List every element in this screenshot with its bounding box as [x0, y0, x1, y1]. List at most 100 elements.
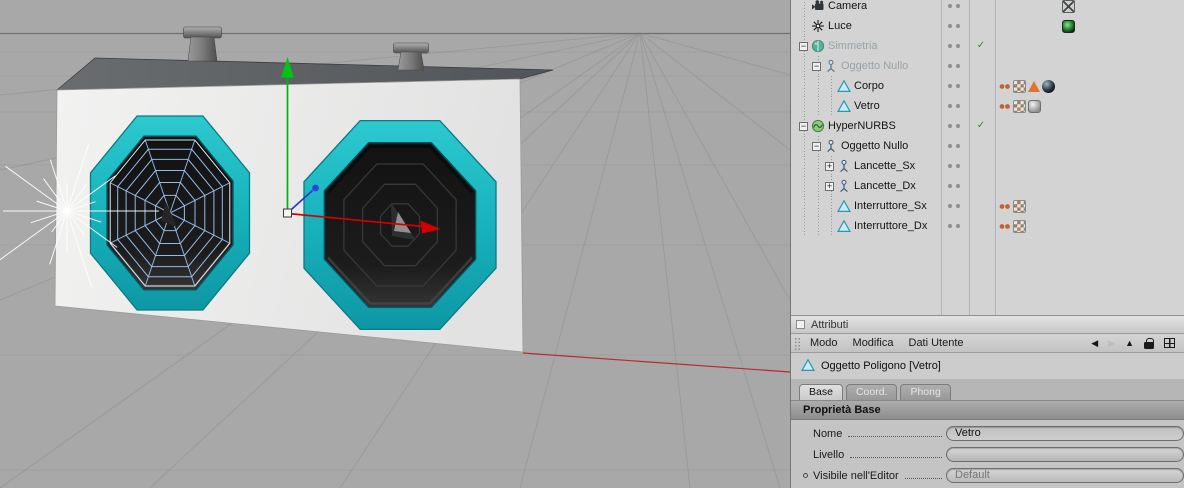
- collapse-toggle[interactable]: −: [812, 61, 821, 71]
- visibility-dots[interactable]: [940, 44, 968, 48]
- visibility-dots[interactable]: [940, 184, 968, 188]
- z-axis-tip[interactable]: [312, 184, 319, 192]
- clock-button-left[interactable]: [183, 26, 222, 39]
- visibile-nell-editor-field[interactable]: Default: [946, 468, 1184, 483]
- tab-phong[interactable]: Phong: [900, 384, 951, 400]
- clock-face-left[interactable]: [89, 115, 251, 311]
- tag-area: [994, 99, 1184, 113]
- tag-checker-icon[interactable]: [1013, 199, 1026, 213]
- hypernurbs-icon[interactable]: [811, 119, 825, 133]
- menu-modo[interactable]: Modo: [810, 337, 838, 349]
- visibility-dots[interactable]: [940, 24, 968, 28]
- visibility-dots[interactable]: [940, 124, 968, 128]
- menu-items: Modo Modifica Dati Utente: [810, 337, 979, 349]
- section-header[interactable]: Proprietà Base: [791, 401, 1184, 420]
- object-row-simmetria[interactable]: − Simmetria ✓: [791, 36, 1184, 56]
- app-window: Camera Luce − Simmetria ✓ − Oggetto Nullo Corpo…: [0, 0, 1184, 488]
- attribute-manager-panel: Attributi Modo Modifica Dati Utente ◀ ▶ ▲ …: [791, 315, 1184, 488]
- visibility-dots[interactable]: [940, 204, 968, 208]
- null-icon[interactable]: [837, 179, 851, 193]
- polygon-icon[interactable]: [837, 199, 851, 213]
- dotted-leader: [850, 457, 942, 458]
- field-row-livello: Livello: [791, 444, 1184, 465]
- history-back-icon[interactable]: ◀: [1091, 338, 1098, 348]
- object-row-camera[interactable]: Camera: [791, 0, 1184, 16]
- tab-base[interactable]: Base: [799, 384, 843, 400]
- history-forward-icon[interactable]: ▶: [1108, 338, 1115, 348]
- camera-icon[interactable]: [811, 0, 825, 13]
- tag-points-icon[interactable]: [998, 199, 1011, 213]
- tag-checker-icon[interactable]: [1013, 219, 1026, 233]
- expand-toggle[interactable]: +: [825, 181, 834, 191]
- collapse-toggle[interactable]: −: [799, 121, 808, 131]
- tag-checker-icon[interactable]: [1013, 79, 1026, 93]
- object-row-interruttore-dx[interactable]: Interruttore_Dx: [791, 216, 1184, 236]
- symmetry-icon[interactable]: [811, 39, 825, 53]
- axis-origin-handle[interactable]: [283, 208, 292, 218]
- null-icon[interactable]: [824, 139, 838, 153]
- object-row-vetro[interactable]: Vetro: [791, 96, 1184, 116]
- attributes-titlebar[interactable]: Attributi: [791, 316, 1184, 334]
- polygon-icon[interactable]: [837, 79, 851, 93]
- collapse-toggle[interactable]: −: [799, 41, 808, 51]
- tag-points-icon[interactable]: [998, 99, 1011, 113]
- null-icon[interactable]: [837, 159, 851, 173]
- object-row-corpo[interactable]: Corpo: [791, 76, 1184, 96]
- nome-field[interactable]: Vetro: [946, 426, 1184, 441]
- tag-points-icon[interactable]: [998, 219, 1011, 233]
- field-label: Visibile nell'Editor: [813, 469, 899, 482]
- visibility-dots[interactable]: [940, 144, 968, 148]
- object-row-hypernurbs[interactable]: − HyperNURBS ✓: [791, 116, 1184, 136]
- enable-state-icon[interactable]: ✓: [968, 36, 994, 56]
- tag-sphere-dark-icon[interactable]: [1042, 79, 1055, 93]
- visibility-dots[interactable]: [940, 224, 968, 228]
- attribute-fields: Nome Vetro Livello Visibile nell'Editor Defa…: [791, 420, 1184, 488]
- visibility-dots[interactable]: [940, 64, 968, 68]
- keyframe-dot[interactable]: [803, 473, 808, 478]
- tag-area: [994, 199, 1184, 213]
- attribute-tabs: Base Coord. Phong: [791, 379, 1184, 401]
- tag-sphere-green-icon[interactable]: [1062, 19, 1075, 33]
- visibility-dots[interactable]: [940, 84, 968, 88]
- clock-button-left-stem[interactable]: [187, 36, 218, 62]
- collapse-toggle[interactable]: −: [812, 141, 821, 151]
- drag-grip-icon[interactable]: [794, 336, 801, 350]
- object-row-lancette-sx[interactable]: + Lancette_Sx: [791, 156, 1184, 176]
- panel-icon[interactable]: [796, 320, 805, 329]
- polygon-icon[interactable]: [837, 219, 851, 233]
- viewport-3d[interactable]: [0, 0, 790, 488]
- arrow-up-icon[interactable]: ▲: [1125, 338, 1134, 348]
- visibility-dots[interactable]: [940, 164, 968, 168]
- tag-area: [994, 219, 1184, 233]
- object-label: Luce: [828, 20, 852, 32]
- livello-field[interactable]: [946, 447, 1184, 462]
- clock-button-right[interactable]: [393, 42, 429, 54]
- visibility-dots[interactable]: [940, 4, 968, 8]
- menu-dati-utente[interactable]: Dati Utente: [909, 337, 964, 349]
- enable-state-icon[interactable]: ✓: [968, 116, 994, 136]
- lock-icon[interactable]: [1144, 337, 1154, 349]
- layout-grid-icon[interactable]: [1164, 338, 1175, 348]
- tag-crosshair-icon[interactable]: [1062, 0, 1075, 13]
- field-row-nome: Nome Vetro: [791, 423, 1184, 444]
- field-row-visibile-nell-editor: Visibile nell'Editor Default: [791, 465, 1184, 486]
- null-icon[interactable]: [824, 59, 838, 73]
- visibility-dots[interactable]: [940, 104, 968, 108]
- object-row-interruttore-sx[interactable]: Interruttore_Sx: [791, 196, 1184, 216]
- tag-triangle-icon[interactable]: [1028, 80, 1040, 92]
- polygon-icon[interactable]: [837, 99, 851, 113]
- object-row-oggetto-nullo[interactable]: − Oggetto Nullo: [791, 136, 1184, 156]
- clock-button-right-stem[interactable]: [397, 51, 425, 71]
- object-row-luce[interactable]: Luce: [791, 16, 1184, 36]
- tab-coord[interactable]: Coord.: [845, 384, 898, 400]
- expand-toggle[interactable]: +: [825, 161, 834, 171]
- tag-checker-icon[interactable]: [1013, 99, 1026, 113]
- object-row-lancette-dx[interactable]: + Lancette_Dx: [791, 176, 1184, 196]
- tag-area: [994, 0, 1184, 13]
- menu-modifica[interactable]: Modifica: [853, 337, 894, 349]
- light-icon[interactable]: [811, 19, 825, 33]
- tag-phong-icon[interactable]: [1028, 99, 1041, 113]
- tag-points-icon[interactable]: [998, 79, 1011, 93]
- selected-object-row[interactable]: Oggetto Poligono [Vetro]: [791, 353, 1184, 379]
- object-row-oggetto-nullo[interactable]: − Oggetto Nullo: [791, 56, 1184, 76]
